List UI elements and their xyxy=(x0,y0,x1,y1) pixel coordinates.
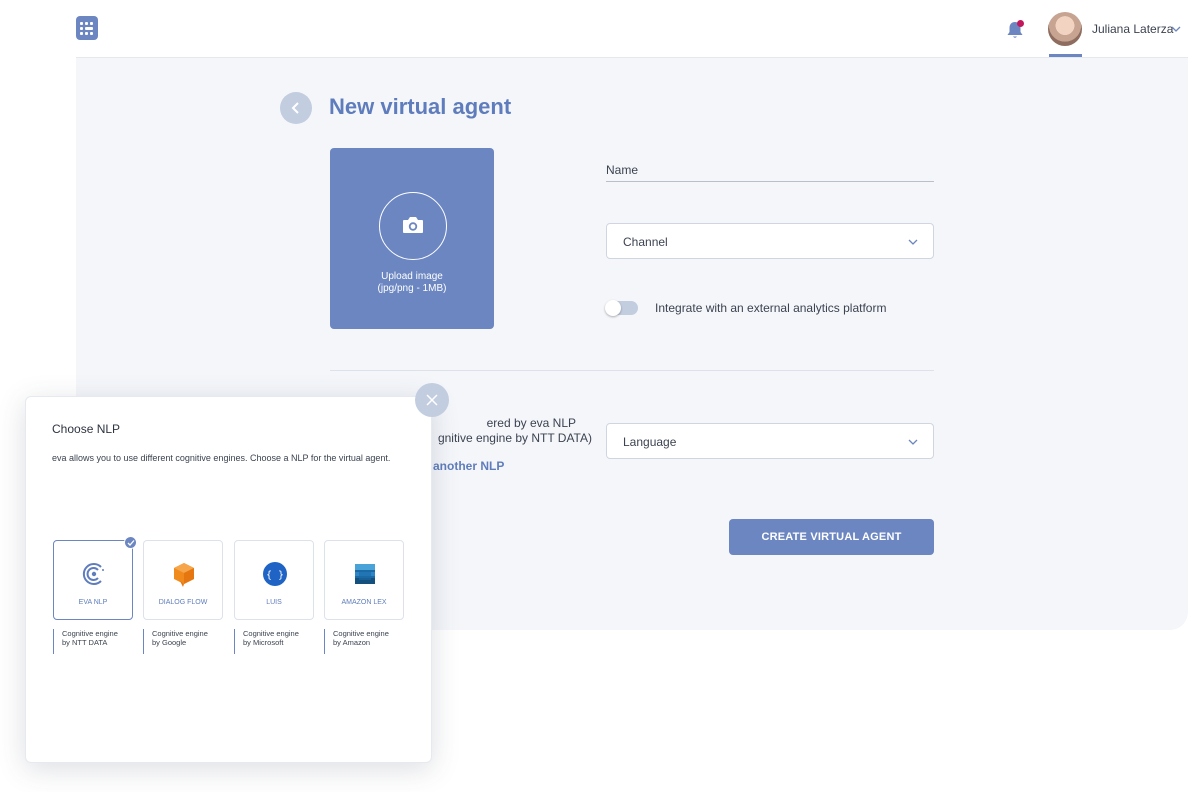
engine-description: Cognitive engine by Microsoft xyxy=(234,629,314,654)
back-button[interactable] xyxy=(280,92,312,124)
engine-description: Cognitive engine by Amazon xyxy=(324,629,404,654)
name-field[interactable] xyxy=(606,181,934,182)
upload-image-button[interactable]: Upload image (jpg/png - 1MB) xyxy=(330,148,494,329)
channel-select[interactable]: Channel xyxy=(606,223,934,259)
engine-name: EVA NLP xyxy=(78,599,108,606)
name-field-label: Name xyxy=(606,163,639,177)
engine-card-eva-nlp[interactable]: EVA NLP xyxy=(53,536,137,620)
engine-description-line1: Cognitive engine xyxy=(333,629,389,638)
avatar[interactable] xyxy=(1048,12,1082,46)
chevron-down-icon xyxy=(908,439,918,445)
engine-description-line2: by Google xyxy=(152,638,187,647)
chevron-down-icon xyxy=(908,239,918,245)
chevron-left-icon xyxy=(291,102,299,114)
engine-description: Cognitive engine by NTT DATA xyxy=(53,629,133,654)
analytics-toggle[interactable] xyxy=(605,300,638,316)
dialogflow-icon xyxy=(174,563,194,587)
engine-description-line1: Cognitive engine xyxy=(152,629,208,638)
engine-name: DIALOG FLOW xyxy=(158,599,208,606)
toggle-knob xyxy=(605,300,621,316)
upload-hint-line1: Upload image xyxy=(381,271,443,282)
avatar-active-indicator xyxy=(1049,54,1082,57)
amazon-lex-icon xyxy=(355,564,375,584)
modal-title: Choose NLP xyxy=(52,422,121,436)
channel-select-placeholder: Channel xyxy=(623,235,668,249)
modal-description: eva allows you to use different cognitiv… xyxy=(52,453,391,463)
app-logo[interactable] xyxy=(76,16,98,40)
language-select[interactable]: Language xyxy=(606,423,934,459)
engine-description-line2: by Microsoft xyxy=(243,638,284,647)
upload-hint-line2: (jpg/png - 1MB) xyxy=(377,283,447,294)
modal-close-button[interactable] xyxy=(415,383,449,417)
user-name[interactable]: Juliana Laterza xyxy=(1092,22,1173,36)
camera-icon xyxy=(403,217,423,233)
engine-description-line2: by Amazon xyxy=(333,638,371,647)
choose-another-nlp-link[interactable]: another NLP xyxy=(433,459,504,473)
page-title: New virtual agent xyxy=(329,94,512,119)
create-virtual-agent-button[interactable]: CREATE VIRTUAL AGENT xyxy=(729,519,934,555)
engine-description: Cognitive engine by Google xyxy=(143,629,223,654)
upload-circle xyxy=(379,192,447,260)
engine-description-line1: Cognitive engine xyxy=(243,629,299,638)
eva-nlp-icon xyxy=(82,563,104,585)
language-select-placeholder: Language xyxy=(623,435,677,449)
selected-check-icon xyxy=(124,536,137,549)
engine-name: LUIS xyxy=(266,599,282,606)
engine-card-dialogflow[interactable]: DIALOG FLOW xyxy=(143,540,223,620)
engine-description-line1: Cognitive engine xyxy=(62,629,118,638)
engine-card-luis[interactable]: { } LUIS xyxy=(234,540,314,620)
engine-name: AMAZON LEX xyxy=(341,599,387,606)
notification-dot xyxy=(1017,20,1024,27)
section-divider xyxy=(330,370,934,371)
close-icon xyxy=(426,394,438,406)
engine-card-amazon-lex[interactable]: AMAZON LEX xyxy=(324,540,404,620)
analytics-toggle-label: Integrate with an external analytics pla… xyxy=(655,301,887,315)
luis-icon: { } xyxy=(263,562,287,586)
engine-description-line2: by NTT DATA xyxy=(62,638,108,647)
upload-hint: Upload image (jpg/png - 1MB) xyxy=(330,271,494,295)
svg-text:{ }: { } xyxy=(266,570,284,581)
chevron-down-icon[interactable] xyxy=(1170,24,1182,34)
choose-nlp-modal: Choose NLP eva allows you to use differe… xyxy=(25,396,432,763)
app-root: Juliana Laterza New virtual agent Upload… xyxy=(0,0,1188,792)
